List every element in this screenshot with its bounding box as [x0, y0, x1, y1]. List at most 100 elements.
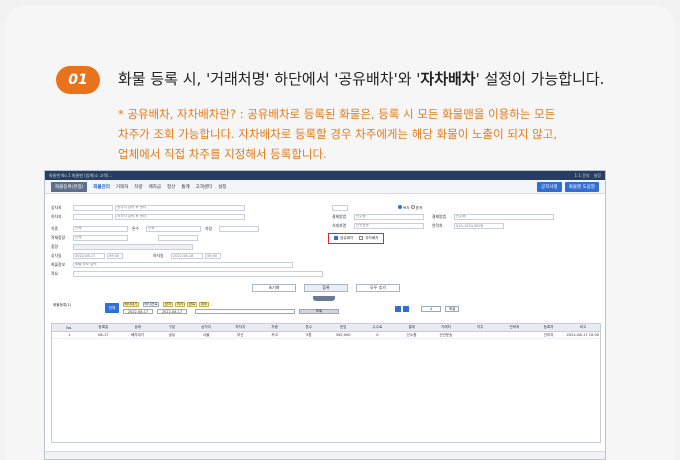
info-input[interactable]: 화물 정보 입력 — [73, 261, 293, 268]
filter-cancel[interactable]: 취소 — [199, 302, 209, 307]
table-cell: 350,000 — [335, 333, 351, 337]
grid-header-cell[interactable]: 수수료 — [360, 325, 394, 330]
list-label: 화물등록(1) — [53, 303, 72, 307]
load-address-input[interactable]: 상차지 입력 후 엔터 — [115, 204, 245, 211]
grid-header-cell[interactable]: 비고 — [566, 325, 600, 330]
grid-header-cell[interactable]: 차종 — [258, 325, 292, 330]
weight-select[interactable]: 선택 — [146, 225, 201, 232]
menu-item-dispatch[interactable]: 배차금 — [149, 184, 161, 190]
title-bar: 화물맨 No.1 화물맨 (법계)소 고객/... 1:1 문의 설정 — [45, 171, 605, 180]
table-cell: 1 — [67, 333, 71, 337]
label-amount: 중량 — [51, 243, 58, 249]
filter-load[interactable]: 상차 — [163, 302, 173, 307]
search-input[interactable] — [195, 309, 295, 314]
unload-time-select[interactable]: 06:00 — [205, 252, 221, 259]
label-load: 상차지 — [51, 204, 62, 210]
filter-done-dispatch[interactable]: 배차완료 — [143, 302, 159, 307]
search-button[interactable]: 조회 — [299, 309, 339, 314]
loadweight-select[interactable]: 선택 — [73, 234, 128, 241]
filter-wait[interactable]: 배차대기 — [123, 302, 139, 307]
notice-button[interactable]: 공지사항 — [537, 181, 562, 192]
grid-header-cell[interactable]: 하차지 — [223, 325, 257, 330]
load-time-select[interactable]: 09:00 — [107, 252, 123, 259]
menu-item-settle[interactable]: 정산 — [167, 184, 175, 190]
filter-unload[interactable]: 하차 — [175, 302, 185, 307]
menu-item-client[interactable]: 거래처 — [116, 184, 128, 190]
collapse-handle[interactable] — [313, 296, 335, 301]
load-zip[interactable] — [73, 204, 113, 211]
menu-item-support[interactable]: 고객센터 — [196, 184, 213, 190]
unload-date-input[interactable]: 2022-08-18 — [171, 252, 203, 259]
filter-all[interactable]: 전체 — [105, 303, 119, 313]
car-input[interactable] — [219, 225, 259, 232]
grid-header-cell[interactable]: 연락처 — [497, 325, 531, 330]
menu-item-vehicle[interactable]: 차량 — [134, 184, 142, 190]
load-date-input[interactable]: 2022-08-17 — [73, 252, 105, 259]
unload-zip[interactable] — [73, 213, 113, 220]
label-info: 화물정보 — [51, 261, 65, 267]
count-select[interactable] — [332, 204, 348, 211]
label-loadweight: 적재중량 — [51, 234, 65, 240]
page-stepper[interactable]: 4 — [421, 306, 441, 312]
grid-header-cell[interactable]: 상차지 — [189, 325, 223, 330]
filter-complete[interactable]: 완료 — [187, 302, 197, 307]
label-payment: 결제방법 — [332, 213, 346, 219]
label-loaddate: 상차일 — [51, 252, 62, 258]
unload-address-input[interactable]: 하차지 입력 후 엔터 — [115, 213, 245, 220]
register-button[interactable]: 등록 — [304, 284, 348, 292]
menu-bar: 화물등록(본점) 화물관리 거래처 차량 배차금 정산 통계 고객센터 설정 공… — [45, 180, 605, 194]
table-cell: 배차대기 — [131, 332, 145, 337]
phone-input[interactable]: 010-1234-5678 — [454, 222, 504, 229]
titlebar-link-settings[interactable]: 설정 — [594, 173, 601, 179]
note-line1: * 공유배차, 자차배차란? : 공유배차로 등록된 화물은, 등록 시 모든 … — [118, 107, 556, 121]
help-button[interactable]: 화물맨 도움말 — [564, 181, 599, 192]
table-cell: 0 — [376, 333, 379, 337]
table-row[interactable]: 1 08-17 배차대기 공유 서울 부산 카고 5톤 350,000 0 인수증 신연운송 관리자 20… — [52, 332, 600, 339]
client-input[interactable]: 신연운송 — [354, 222, 424, 229]
payment2-select[interactable]: 인수증 — [454, 213, 554, 220]
grid-header-cell[interactable]: 톤수 — [292, 325, 326, 330]
add-all-button[interactable]: 모두 추가 — [356, 284, 400, 292]
grid-header-cell[interactable]: 차주 — [463, 325, 497, 330]
table-cell: 2022-08-17 10:00 — [566, 333, 600, 337]
status-bar — [45, 451, 605, 459]
label-phone: 연락처 — [432, 222, 443, 228]
minus-icon[interactable] — [403, 306, 409, 312]
plus-icon[interactable] — [395, 306, 401, 312]
cartype-select[interactable]: 선택 — [73, 225, 128, 232]
amount-input[interactable] — [73, 243, 193, 250]
memo-input[interactable] — [73, 270, 323, 277]
loadweight-extra[interactable] — [158, 234, 198, 241]
date-to[interactable]: 2022-08-17 — [157, 309, 187, 314]
grid-header: No. 등록일 상태 구분 상차지 하차지 차종 톤수 운임 수수료 결제 거래처 차주 연락처 등록자 비고 — [52, 324, 600, 332]
grid-header-cell[interactable]: 상태 — [121, 325, 155, 330]
table-cell: 공유 — [168, 332, 176, 337]
date-from[interactable]: 2022-08-17 — [123, 309, 153, 314]
grid-header-cell[interactable]: 거래처 — [429, 325, 463, 330]
excel-button[interactable]: 엑셀 — [445, 306, 459, 312]
reset-button[interactable]: 초기화 — [252, 284, 296, 292]
table-cell: 인수증 — [406, 332, 417, 337]
grid-header-cell[interactable]: 운임 — [326, 325, 360, 330]
grid-header-cell[interactable]: 구분 — [155, 325, 189, 330]
table-cell: 관리자 — [543, 332, 554, 337]
headline: 화물 등록 시, '거래처명' 하단에서 '공유배차'와 '자차배차' 설정이 … — [118, 68, 604, 89]
titlebar-link-inquiry[interactable]: 1:1 문의 — [575, 173, 590, 179]
menu-item-setting[interactable]: 설정 — [218, 184, 226, 190]
grid-body: 1 08-17 배차대기 공유 서울 부산 카고 5톤 350,000 0 인수증 신연운송 관리자 20… — [52, 332, 600, 339]
label-unload: 하차지 — [51, 213, 62, 219]
menu-item-cargo[interactable]: 화물관리 — [93, 184, 110, 190]
current-branch[interactable]: 화물등록(본점) — [51, 181, 88, 192]
grid-header-cell[interactable]: 결제 — [395, 325, 429, 330]
label-weight: 톤수 — [132, 225, 139, 231]
label-payment2: 결제방법 — [432, 213, 446, 219]
payment-select[interactable]: 인수증 — [354, 213, 424, 220]
grid-header-cell[interactable]: No. — [52, 326, 86, 330]
grid-header-cell[interactable]: 등록자 — [532, 325, 566, 330]
grid-header-cell[interactable]: 등록일 — [86, 325, 120, 330]
menu-item-stats[interactable]: 통계 — [181, 184, 189, 190]
note: * 공유배차, 자차배차란? : 공유배차로 등록된 화물은, 등록 시 모든 … — [118, 104, 648, 164]
label-cartype: 차종 — [51, 225, 58, 231]
load-type-radio[interactable]: 독차 혼적 — [398, 204, 422, 211]
note-line2: 차주가 조회 가능합니다. 자차배차로 등록할 경우 차주에게는 해당 화물이 … — [118, 127, 557, 141]
